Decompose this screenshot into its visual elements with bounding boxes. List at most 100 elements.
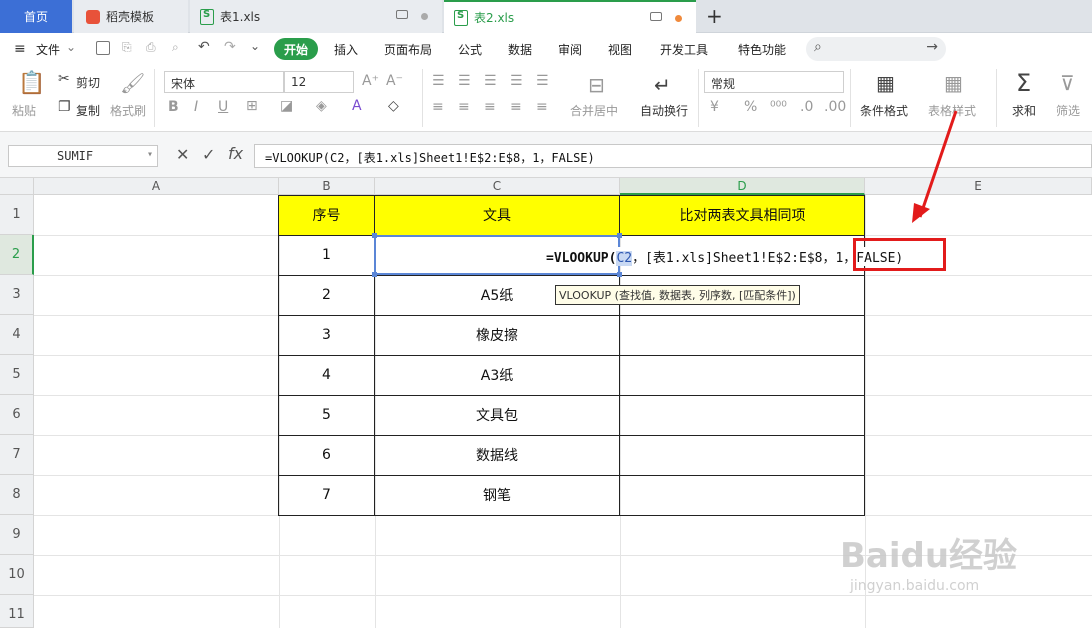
- cell-b5[interactable]: 4: [279, 355, 374, 395]
- row-header-8[interactable]: 8: [0, 475, 34, 515]
- cell-c8[interactable]: 钢笔: [375, 475, 619, 515]
- cell-b8[interactable]: 7: [279, 475, 374, 515]
- confirm-icon[interactable]: ✓: [202, 145, 215, 164]
- align-middle-icon[interactable]: ☰: [458, 73, 471, 89]
- cancel-icon[interactable]: ✕: [176, 145, 189, 164]
- row-header-4[interactable]: 4: [0, 315, 34, 355]
- cell-b7[interactable]: 6: [279, 435, 374, 475]
- name-box[interactable]: SUMIF ▾: [8, 145, 158, 167]
- cell-c5[interactable]: A3纸: [375, 355, 619, 395]
- sum-button[interactable]: 求和: [1012, 102, 1036, 119]
- redo-icon[interactable]: ↷: [224, 39, 236, 55]
- range-handle[interactable]: [372, 272, 377, 277]
- decrease-font-icon[interactable]: A⁻: [386, 73, 403, 89]
- tab-file1[interactable]: 表1.xls: [190, 0, 442, 33]
- cell-c7[interactable]: 数据线: [375, 435, 619, 475]
- currency-icon[interactable]: ¥: [710, 99, 719, 115]
- paste-button[interactable]: 粘贴: [12, 102, 36, 119]
- arrow-right-icon[interactable]: →: [926, 39, 938, 55]
- italic-icon[interactable]: I: [194, 99, 198, 115]
- row-header-7[interactable]: 7: [0, 435, 34, 475]
- menu-formulas[interactable]: 公式: [458, 41, 482, 58]
- menu-features[interactable]: 特色功能: [738, 41, 786, 58]
- menu-file[interactable]: 文件: [36, 41, 60, 58]
- bold-icon[interactable]: B: [168, 99, 179, 115]
- tab-home[interactable]: 首页: [0, 0, 72, 33]
- row-header-3[interactable]: 3: [0, 275, 34, 315]
- font-color-icon[interactable]: ◈: [316, 98, 327, 114]
- quick-access-dropdown-icon[interactable]: ⌄: [250, 39, 260, 53]
- format-painter-button[interactable]: 格式刷: [110, 102, 146, 119]
- chevron-down-icon[interactable]: ▾: [147, 149, 153, 160]
- undo-icon[interactable]: ↶: [198, 39, 210, 55]
- share-icon[interactable]: ⎘: [122, 40, 132, 55]
- print-icon[interactable]: ⎙: [146, 40, 156, 55]
- increase-font-icon[interactable]: A⁺: [362, 73, 379, 89]
- range-handle[interactable]: [617, 272, 622, 277]
- cell-c4[interactable]: 橡皮擦: [375, 315, 619, 355]
- fill-color-icon[interactable]: ◪: [280, 98, 293, 114]
- tab-template[interactable]: 稻壳模板: [74, 0, 188, 33]
- search-box[interactable]: ⌕ →: [806, 37, 946, 61]
- wrap-text-button[interactable]: 自动换行: [640, 102, 688, 119]
- justify-icon[interactable]: ≡: [510, 99, 522, 115]
- monitor-icon[interactable]: [650, 12, 662, 21]
- underline-icon[interactable]: U: [218, 99, 228, 115]
- select-all-corner[interactable]: [0, 178, 34, 195]
- col-header-c[interactable]: C: [375, 178, 620, 195]
- menu-page-layout[interactable]: 页面布局: [384, 41, 432, 58]
- col-header-b[interactable]: B: [279, 178, 375, 195]
- monitor-icon[interactable]: [396, 10, 408, 19]
- insert-function-icon[interactable]: fx: [228, 144, 243, 163]
- hamburger-icon[interactable]: ≡: [14, 41, 26, 57]
- preview-icon[interactable]: ⌕: [172, 40, 179, 55]
- chevron-down-icon[interactable]: ⌄: [66, 40, 76, 54]
- font-size-select[interactable]: 12: [284, 71, 354, 93]
- cell-c6[interactable]: 文具包: [375, 395, 619, 435]
- row-header-11[interactable]: 11: [0, 595, 34, 628]
- cell-b2[interactable]: 1: [279, 235, 374, 275]
- align-left-icon[interactable]: ≡: [432, 99, 444, 115]
- new-tab-button[interactable]: +: [706, 4, 723, 28]
- copy-button[interactable]: 复制: [76, 102, 100, 119]
- cell-c1[interactable]: 文具: [375, 195, 619, 235]
- indent-icon[interactable]: ☰: [510, 73, 523, 89]
- cell-b3[interactable]: 2: [279, 275, 374, 315]
- merge-center-button[interactable]: 合并居中: [570, 102, 618, 119]
- tab-file2[interactable]: 表2.xls: [444, 0, 696, 33]
- border-icon[interactable]: ⊞: [246, 98, 258, 114]
- align-bottom-icon[interactable]: ☰: [484, 73, 497, 89]
- cell-b4[interactable]: 3: [279, 315, 374, 355]
- align-top-icon[interactable]: ☰: [432, 73, 445, 89]
- font-color-a-icon[interactable]: A: [352, 98, 362, 114]
- cell-b6[interactable]: 5: [279, 395, 374, 435]
- cell-d2-editor[interactable]: =VLOOKUP(C2，[表1.xls]Sheet1!E$2:E$8，1，FAL…: [546, 247, 904, 266]
- row-header-6[interactable]: 6: [0, 395, 34, 435]
- row-header-2[interactable]: 2: [0, 235, 34, 275]
- row-header-5[interactable]: 5: [0, 355, 34, 395]
- number-format-select[interactable]: 常规: [704, 71, 844, 93]
- align-right-icon[interactable]: ≡: [484, 99, 496, 115]
- save-icon[interactable]: [96, 41, 110, 55]
- menu-data[interactable]: 数据: [508, 41, 532, 58]
- range-handle[interactable]: [372, 233, 377, 238]
- decrease-decimal-icon[interactable]: .00: [824, 99, 846, 115]
- menu-developer[interactable]: 开发工具: [660, 41, 708, 58]
- paste-icon[interactable]: 📋: [18, 71, 45, 96]
- align-center-icon[interactable]: ≡: [458, 99, 470, 115]
- col-header-a[interactable]: A: [34, 178, 279, 195]
- close-dot-icon[interactable]: [421, 13, 428, 20]
- row-header-9[interactable]: 9: [0, 515, 34, 555]
- row-header-1[interactable]: 1: [0, 195, 34, 235]
- distribute-icon[interactable]: ≡: [536, 99, 548, 115]
- row-header-10[interactable]: 10: [0, 555, 34, 595]
- cell-d1[interactable]: 比对两表文具相同项: [620, 195, 865, 235]
- menu-start[interactable]: 开始: [274, 38, 318, 60]
- font-name-select[interactable]: 宋体: [164, 71, 284, 93]
- menu-insert[interactable]: 插入: [334, 41, 358, 58]
- filter-button[interactable]: 筛选: [1056, 102, 1080, 119]
- menu-review[interactable]: 审阅: [558, 41, 582, 58]
- col-header-d[interactable]: D: [620, 178, 865, 195]
- menu-view[interactable]: 视图: [608, 41, 632, 58]
- cell-b1[interactable]: 序号: [279, 195, 374, 235]
